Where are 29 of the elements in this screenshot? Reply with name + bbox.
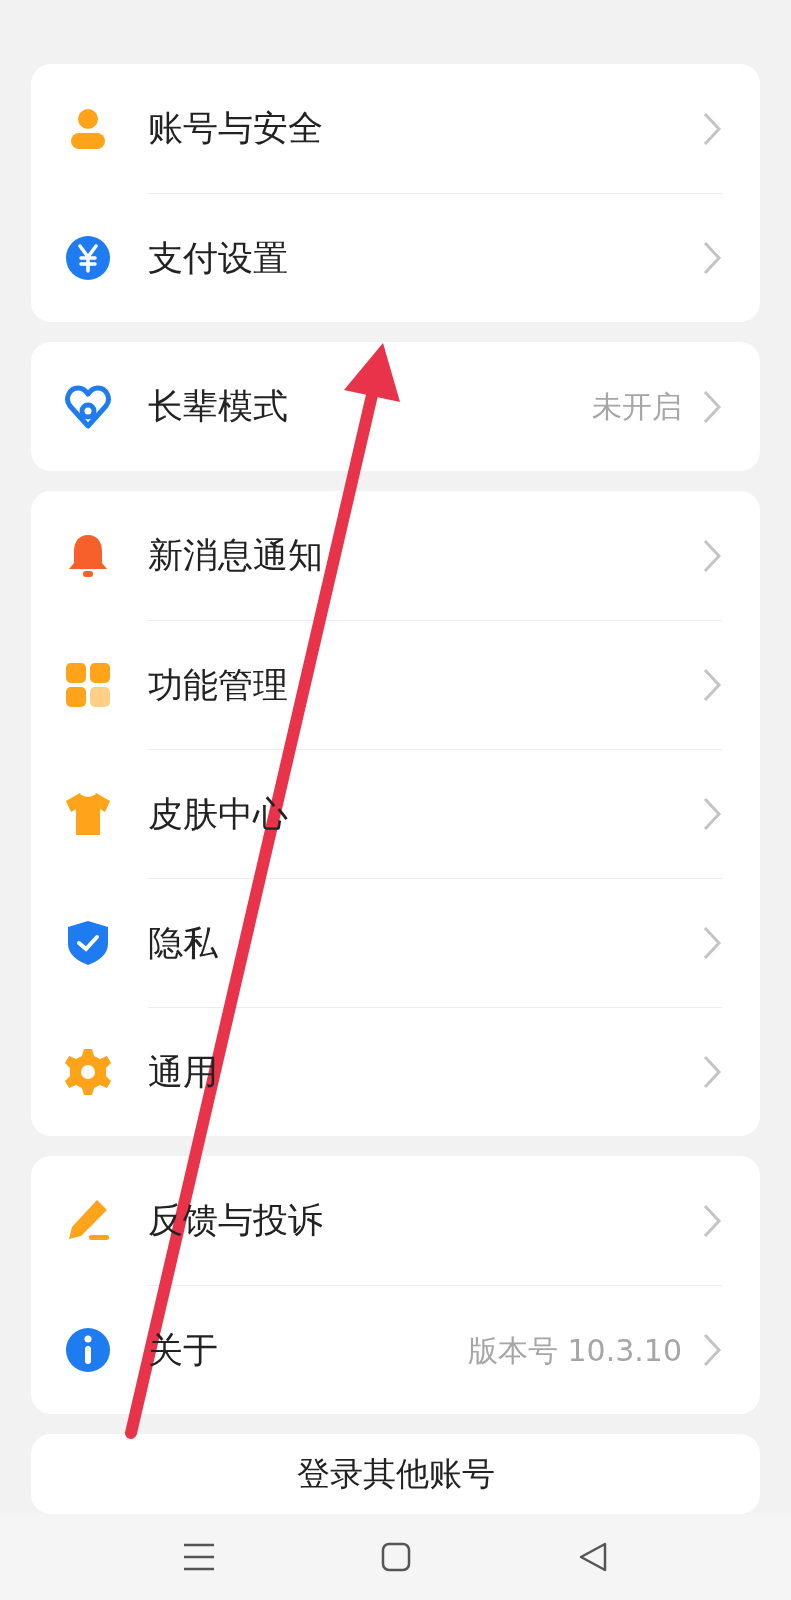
settings-item[interactable]: 新消息通知 [31, 491, 760, 620]
settings-item[interactable]: 长辈模式 未开启 [31, 342, 760, 471]
settings-item[interactable]: 支付设置 [31, 193, 760, 322]
item-label: 功能管理 [148, 663, 289, 707]
item-value: 版本号 10.3.10 [467, 1331, 682, 1370]
chevron-icon [702, 1054, 722, 1090]
settings-item[interactable]: 功能管理 [31, 620, 760, 749]
gear-icon [63, 1046, 113, 1097]
chevron-icon [702, 796, 722, 832]
item-label: 新消息通知 [148, 534, 324, 578]
menu-icon[interactable] [183, 1542, 216, 1572]
chevron-icon [702, 110, 722, 147]
item-value: 未开启 [592, 388, 682, 426]
settings-item[interactable]: 账号与安全 [31, 64, 760, 193]
login-other-account-button[interactable]: 登录其他账号 [31, 1434, 760, 1514]
chevron-icon [702, 537, 722, 574]
chevron-icon [702, 240, 722, 276]
chevron-icon [702, 667, 722, 703]
item-label: 账号与安全 [148, 107, 324, 151]
back-icon[interactable] [577, 1542, 608, 1572]
home-icon[interactable] [381, 1542, 412, 1572]
settings-item[interactable]: 隐私 [31, 878, 760, 1007]
chevron-icon [702, 388, 722, 425]
item-label: 支付设置 [148, 236, 289, 280]
chevron-icon [702, 1202, 722, 1239]
chevron-icon [702, 1332, 722, 1368]
chevron-icon [702, 925, 722, 961]
item-label: 隐私 [148, 921, 219, 965]
item-label: 长辈模式 [148, 385, 289, 429]
